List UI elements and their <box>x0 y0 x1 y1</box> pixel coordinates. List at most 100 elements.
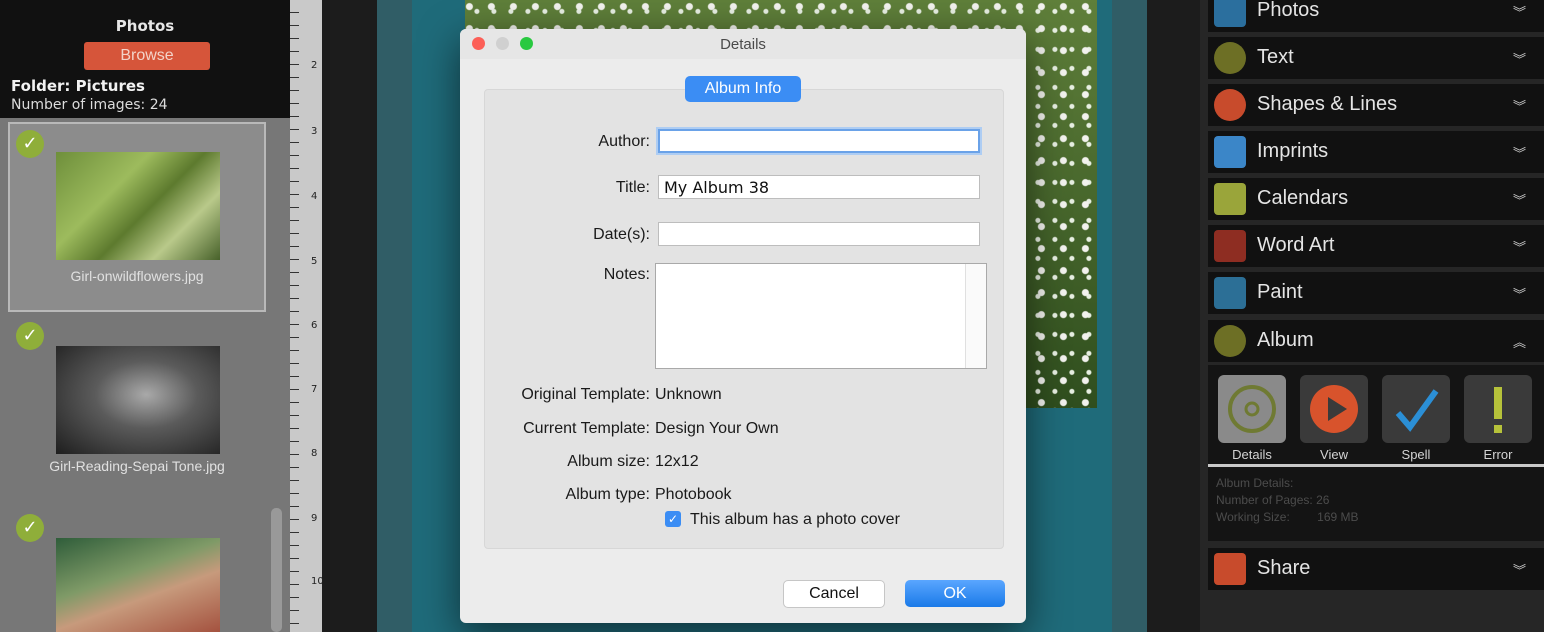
original-template-label: Original Template: <box>521 386 650 403</box>
ruler-number: 5 <box>311 256 318 267</box>
album-tools: Details View Spell Error Album Details: … <box>1208 365 1544 541</box>
notes-scrollbar[interactable] <box>965 264 986 368</box>
checkmark-icon: ✓ <box>16 514 44 542</box>
divider <box>1208 464 1544 467</box>
dates-label: Date(s): <box>593 226 650 243</box>
section-label: Photos <box>1257 0 1320 21</box>
butterfly-icon <box>1214 136 1246 168</box>
browse-button[interactable]: Browse <box>84 42 210 70</box>
album-details-info: Album Details: Number of Pages: 26 Worki… <box>1216 475 1359 526</box>
section-label: Paint <box>1257 281 1303 303</box>
section-shapes-lines[interactable]: Shapes & Lines ︾ <box>1208 84 1544 126</box>
section-label: Album <box>1257 329 1314 351</box>
album-icon <box>1214 325 1246 357</box>
current-template-label: Current Template: <box>523 420 650 437</box>
photos-panel: Photos Browse Folder: Pictures Number of… <box>0 0 290 632</box>
text-icon <box>1214 42 1246 74</box>
current-template-value: Design Your Own <box>655 420 779 437</box>
chevron-down-icon: ︾ <box>1512 53 1526 68</box>
word-art-icon <box>1214 230 1246 262</box>
photo-thumbnail[interactable]: ✓ Girl-Reading-Sepai Tone.jpg <box>10 316 264 502</box>
chevron-down-icon: ︾ <box>1512 564 1526 579</box>
play-icon <box>1310 385 1358 433</box>
album-type-label: Album type: <box>565 486 650 503</box>
chevron-down-icon: ︾ <box>1512 6 1526 21</box>
section-paint[interactable]: Paint ︾ <box>1208 272 1544 314</box>
dialog-title: Details <box>720 36 766 53</box>
section-text[interactable]: Text ︾ <box>1208 37 1544 79</box>
album-size-value: 12x12 <box>655 453 699 470</box>
share-icon <box>1214 553 1246 585</box>
tab-album-info[interactable]: Album Info <box>685 76 801 102</box>
photo-cover-label[interactable]: This album has a photo cover <box>690 511 900 529</box>
exclamation-icon <box>1494 387 1502 433</box>
view-tool-button[interactable] <box>1300 375 1368 443</box>
error-tool-button[interactable] <box>1464 375 1532 443</box>
checkmark-icon: ✓ <box>16 130 44 158</box>
photos-icon <box>1214 0 1246 27</box>
ruler-number: 2 <box>311 60 318 71</box>
vertical-ruler: 2 3 4 5 6 7 8 9 10 <box>290 0 324 632</box>
album-size-label: Album size: <box>567 453 650 470</box>
checkmark-icon <box>1395 389 1439 432</box>
photo-caption: Girl-onwildflowers.jpg <box>70 268 204 284</box>
section-calendars[interactable]: Calendars ︾ <box>1208 178 1544 220</box>
title-field[interactable]: My Album 38 <box>658 175 980 199</box>
section-label: Word Art <box>1257 234 1335 256</box>
checkmark-icon: ✓ <box>16 322 44 350</box>
section-share[interactable]: Share ︾ <box>1208 548 1544 590</box>
author-label: Author: <box>598 133 650 150</box>
section-imprints[interactable]: Imprints ︾ <box>1208 131 1544 173</box>
section-label: Shapes & Lines <box>1257 93 1398 115</box>
dialog-titlebar[interactable]: Details <box>460 29 1026 59</box>
photo-image <box>56 152 220 260</box>
ruler-number: 9 <box>311 513 318 524</box>
section-photos[interactable]: Photos ︾ <box>1208 0 1544 32</box>
section-word-art[interactable]: Word Art ︾ <box>1208 225 1544 267</box>
photo-cover-checkbox[interactable]: ✓ <box>665 511 681 527</box>
chevron-up-icon: ︽ <box>1512 336 1526 351</box>
photos-scrollbar[interactable] <box>271 508 282 632</box>
shapes-icon <box>1214 89 1246 121</box>
chevron-down-icon: ︾ <box>1512 288 1526 303</box>
chevron-down-icon: ︾ <box>1512 100 1526 115</box>
details-dialog: Details Album Info Author: Title: My Alb… <box>460 29 1026 623</box>
ok-button[interactable]: OK <box>905 580 1005 607</box>
photos-panel-header: Photos Browse Folder: Pictures Number of… <box>0 0 290 118</box>
section-label: Text <box>1257 46 1294 68</box>
chevron-down-icon: ︾ <box>1512 194 1526 209</box>
tool-label: Error <box>1483 447 1513 462</box>
details-tool-button[interactable] <box>1218 375 1286 443</box>
folder-label: Folder: Pictures <box>11 77 145 95</box>
ruler-number: 3 <box>311 126 318 137</box>
spell-tool-button[interactable] <box>1382 375 1450 443</box>
photo-thumbnail[interactable]: ✓ Girl-onwildflowers.jpg <box>8 122 266 312</box>
photo-image <box>56 346 220 454</box>
tools-panel: Photos ︾ Text ︾ Shapes & Lines ︾ Imprint… <box>1200 0 1544 632</box>
dates-field[interactable] <box>658 222 980 246</box>
calendar-icon <box>1214 183 1246 215</box>
album-type-value: Photobook <box>655 486 732 503</box>
working-size-value: 169 MB <box>1317 510 1359 524</box>
working-size-label: Working Size: <box>1216 510 1290 524</box>
title-label: Title: <box>615 179 650 196</box>
section-album[interactable]: Album ︽ <box>1208 320 1544 362</box>
ruler-number: 8 <box>311 448 318 459</box>
ruler-number: 4 <box>311 191 318 202</box>
section-label: Imprints <box>1257 140 1329 162</box>
album-details-heading: Album Details: <box>1216 476 1294 490</box>
photo-image <box>56 538 220 632</box>
photo-caption: Girl-Reading-Sepai Tone.jpg <box>49 458 225 474</box>
photos-panel-title: Photos <box>115 17 175 35</box>
chevron-down-icon: ︾ <box>1512 241 1526 256</box>
photo-thumbnail[interactable]: ✓ <box>10 508 264 632</box>
section-label: Calendars <box>1257 187 1349 209</box>
author-field[interactable] <box>658 129 980 153</box>
ruler-number: 7 <box>311 384 318 395</box>
ruler-number: 6 <box>311 320 318 331</box>
original-template-value: Unknown <box>655 386 722 403</box>
cancel-button[interactable]: Cancel <box>783 580 885 608</box>
notes-textarea[interactable] <box>655 263 987 369</box>
tool-label: View <box>1320 447 1348 462</box>
pages-label: Number of Pages: <box>1216 493 1313 507</box>
